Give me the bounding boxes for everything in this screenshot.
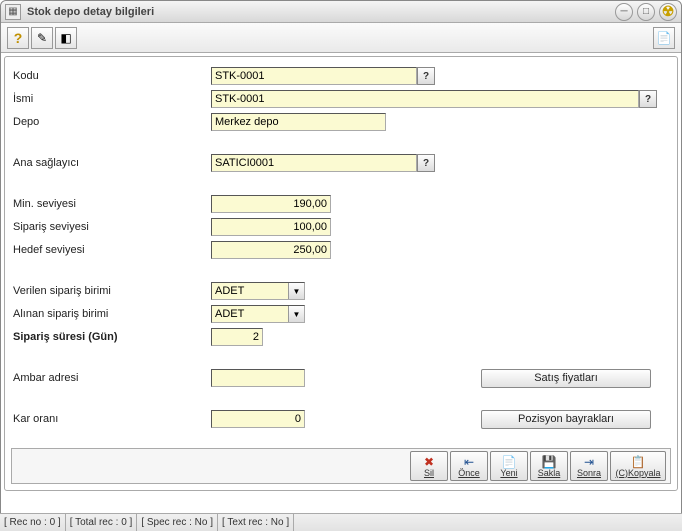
warehouse-addr-input[interactable] [211,369,305,387]
delete-button[interactable]: ✖ Sil [410,451,448,481]
label-name: İsmi [13,93,211,105]
form-panel: Kodu ? İsmi ? Depo Ana sağlayıcı ? Min. … [4,56,678,491]
status-total-rec: [ Total rec : 0 ] [66,514,138,531]
chevron-down-icon: ▼ [288,306,304,322]
title-bar: ▦ Stok depo detay bilgileri ─ □ ☢ [1,1,681,23]
arrow-right-icon: ⇥ [584,455,594,469]
delete-icon: ✖ [424,455,434,469]
window-title: Stok depo detay bilgileri [27,6,154,18]
next-label: Sonra [577,469,601,478]
chevron-down-icon: ▼ [288,283,304,299]
label-min-level: Min. seviyesi [13,198,211,210]
delete-label: Sil [424,469,434,478]
next-button[interactable]: ⇥ Sonra [570,451,608,481]
depot-input[interactable] [211,113,386,131]
copy-button[interactable]: 📋 (C)Kopyala [610,451,666,481]
app-icon: ▦ [5,4,21,20]
command-bar: ✖ Sil ⇤ Önce 📄 Yeni 💾 Sakla ⇥ Sonra 📋 (C… [11,448,671,484]
main-supplier-input[interactable] [211,154,417,172]
arrow-left-icon: ⇤ [464,455,474,469]
order-level-input[interactable] [211,218,331,236]
label-order-duration: Sipariş süresi (Gün) [13,331,211,343]
tool-button-3[interactable]: ◧ [55,27,77,49]
label-depot: Depo [13,116,211,128]
name-input[interactable] [211,90,639,108]
status-rec-no: [ Rec no : 0 ] [0,514,66,531]
sales-prices-button[interactable]: Satış fiyatları [481,369,651,388]
new-icon: 📄 [502,455,517,469]
label-warehouse-addr: Ambar adresi [13,372,211,384]
new-button[interactable]: 📄 Yeni [490,451,528,481]
name-lookup-button[interactable]: ? [639,90,657,108]
maximize-button[interactable]: □ [637,3,655,21]
label-target-level: Hedef seviyesi [13,244,211,256]
save-icon: 💾 [542,455,557,469]
label-order-level: Sipariş seviyesi [13,221,211,233]
profit-rate-input[interactable] [211,410,305,428]
new-label: Yeni [500,469,517,478]
label-code: Kodu [13,70,211,82]
label-order-unit-in: Alınan sipariş birimi [13,308,211,320]
target-level-input[interactable] [211,241,331,259]
order-duration-input[interactable] [211,328,263,346]
order-unit-in-value: ADET [212,306,288,322]
min-level-input[interactable] [211,195,331,213]
order-unit-out-value: ADET [212,283,288,299]
save-label: Sakla [538,469,561,478]
status-spec-rec: [ Spec rec : No ] [137,514,218,531]
position-flags-button[interactable]: Pozisyon bayrakları [481,410,651,429]
order-unit-in-combo[interactable]: ADET ▼ [211,305,305,323]
label-profit-rate: Kar oranı [13,413,211,425]
prev-button[interactable]: ⇤ Önce [450,451,488,481]
copy-icon: 📋 [631,455,646,469]
report-button[interactable]: 📄 [653,27,675,49]
code-input[interactable] [211,67,417,85]
order-unit-out-combo[interactable]: ADET ▼ [211,282,305,300]
save-button[interactable]: 💾 Sakla [530,451,568,481]
close-button[interactable]: ☢ [659,3,677,21]
label-order-unit-out: Verilen sipariş birimi [13,285,211,297]
code-lookup-button[interactable]: ? [417,67,435,85]
status-bar: [ Rec no : 0 ] [ Total rec : 0 ] [ Spec … [0,513,682,531]
toolbar: ? ✎ ◧ 📄 [1,23,681,53]
help-button[interactable]: ? [7,27,29,49]
copy-label: (C)Kopyala [615,469,660,478]
main-supplier-lookup-button[interactable]: ? [417,154,435,172]
prev-label: Önce [458,469,480,478]
label-main-supplier: Ana sağlayıcı [13,157,211,169]
status-text-rec: [ Text rec : No ] [218,514,294,531]
tool-button-2[interactable]: ✎ [31,27,53,49]
minimize-button[interactable]: ─ [615,3,633,21]
